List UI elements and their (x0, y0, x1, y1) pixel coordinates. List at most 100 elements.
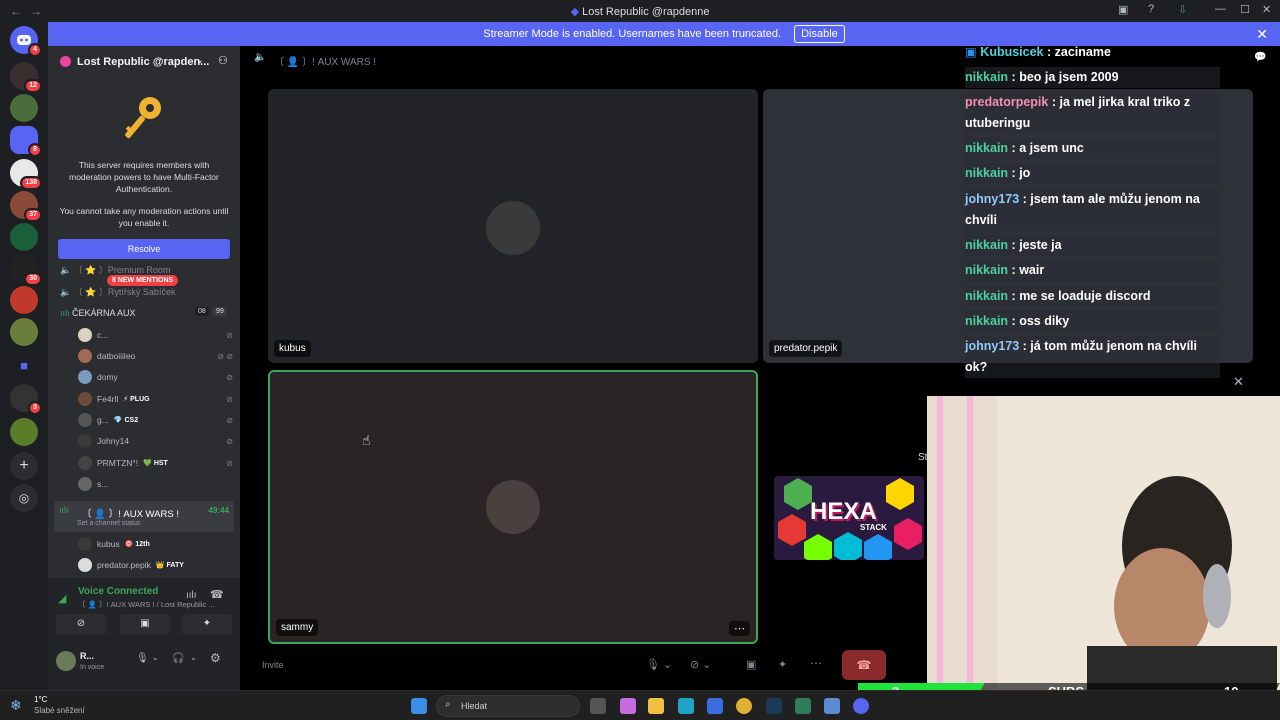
server-icon-4[interactable]: 37 (10, 191, 42, 222)
app-icon[interactable] (795, 698, 811, 714)
server-icon-9[interactable]: 3 (10, 384, 42, 415)
help-icon[interactable]: ? (1148, 3, 1154, 15)
close-banner-icon[interactable]: ✕ (1256, 22, 1268, 46)
muted-icon: ⊘ (226, 394, 233, 404)
chat-user: Kubusicek (980, 45, 1044, 59)
windows-start-icon[interactable] (411, 698, 427, 714)
server-icon-2[interactable] (10, 94, 38, 122)
discover-icon[interactable]: ◎ (10, 484, 38, 512)
inbox-icon[interactable]: ▣ (1118, 3, 1128, 16)
close-window-icon[interactable]: ✕ (1262, 3, 1271, 16)
twitch-icon: ▣ (965, 45, 981, 59)
chat-text: jo (1019, 166, 1031, 180)
minimize-icon[interactable]: — (1215, 3, 1226, 15)
server-icon-lost-republic[interactable]: 8 (10, 126, 42, 157)
add-server-icon[interactable]: + (10, 452, 38, 480)
notepad-icon[interactable] (824, 698, 840, 714)
task-view-icon[interactable] (590, 698, 606, 714)
stage-channel-title: 〔 👤 〕! AUX WARS ! (274, 57, 377, 68)
chat-message: nikkain : a jsem unc (965, 138, 1220, 159)
discord-taskbar-icon[interactable] (853, 698, 869, 714)
chrome-icon[interactable] (736, 698, 752, 714)
discord-home-icon[interactable]: 4 (10, 26, 42, 57)
voice-member[interactable]: g... 💎 CS2 ⊘ (78, 411, 233, 429)
stream-chat-overlay: ▣ Kubusicek : zaciname nikkain : beo ja … (962, 42, 1220, 378)
steam-icon[interactable] (766, 698, 782, 714)
activities-button[interactable]: ✦ (182, 614, 232, 634)
member-tag: 💚 HST (143, 460, 168, 467)
channel-rytirsky-sabicek[interactable]: 🔈 〔 ⭐ 〕Rytířský Sabíček (60, 285, 175, 298)
more-options-icon[interactable]: ⋯ (729, 621, 750, 636)
folder-icon[interactable]: ■ (10, 352, 38, 380)
muted-icon: ⊘ (226, 415, 233, 425)
activity-icon[interactable]: ✦ (778, 658, 787, 671)
camera-toggle-icon[interactable]: ⊘ ⌄ (690, 658, 712, 671)
edge-icon[interactable] (678, 698, 694, 714)
server-icon-5[interactable] (10, 223, 38, 251)
microphone-icon[interactable]: 🎙 (136, 653, 149, 664)
server-icon-8[interactable] (10, 318, 38, 346)
activity-hexa-stack[interactable]: HEXA STACK (774, 476, 924, 560)
headphones-icon[interactable]: 🎧 (172, 653, 184, 664)
mute-mic-icon[interactable]: 🎙 ⌄ (646, 658, 672, 671)
voice-member[interactable]: domy ⊘ (78, 368, 233, 386)
resolve-button[interactable]: Resolve (58, 239, 230, 259)
voice-member[interactable]: predator.pepik 👑 FATY (78, 556, 233, 574)
voice-connection-panel: ◢ Voice Connected 〔 👤 〕! AUX WARS ! / Lo… (48, 578, 240, 690)
server-icon-10[interactable] (10, 418, 38, 446)
store-icon[interactable] (707, 698, 723, 714)
chat-message: nikkain : me se loaduje discord (965, 286, 1220, 307)
weather-desc: Slabé sněžení (34, 706, 85, 715)
channel-status[interactable]: Set a channel status (77, 520, 140, 527)
server-icon-1[interactable]: 12 (10, 62, 42, 93)
banner-message: Streamer Mode is enabled. Usernames have… (483, 28, 782, 40)
download-icon[interactable]: ⇩ (1178, 3, 1187, 16)
file-explorer-icon[interactable] (648, 698, 664, 714)
voice-member[interactable]: Fe4rll ⚡ PLUG ⊘ (78, 390, 233, 408)
search-icon: ⌕ (445, 699, 451, 710)
user-avatar[interactable] (56, 651, 76, 671)
voice-channel-aux-wars[interactable]: ıılı 〔 👤 〕! AUX WARS ! 49:44 Set a chann… (54, 501, 234, 532)
chat-bubble-icon[interactable]: 💬 (1254, 52, 1266, 63)
more-actions-icon[interactable]: ⋯ (810, 656, 822, 670)
user-count: 08 (195, 307, 209, 316)
chat-user: nikkain (965, 314, 1009, 328)
voice-member[interactable]: Johny14 ⊘ (78, 432, 233, 450)
voice-member[interactable]: s... (78, 475, 233, 493)
server-badge: 3 (28, 401, 42, 415)
share-screen-icon[interactable]: ▣ (746, 658, 756, 671)
server-icon-6[interactable]: 30 (10, 255, 42, 286)
participant-tile-sammy[interactable]: sammy ⋯ (268, 370, 758, 644)
server-icon-3[interactable]: 138 (10, 159, 42, 190)
weather-icon[interactable]: ❄ (10, 697, 22, 714)
taskbar-search[interactable]: ⌕ Hledat (436, 695, 580, 717)
close-popout-icon[interactable]: ✕ (1233, 374, 1244, 390)
voice-member[interactable]: c... ⊘ (78, 326, 233, 344)
member-name: Fe4rll (97, 394, 119, 404)
invite-people-icon[interactable]: ⚇ (218, 54, 228, 67)
voice-connected-title[interactable]: Voice Connected (78, 586, 158, 597)
user-panel: R... In voice 🎙 ⌄ 🎧 ⌄ ⚙ (48, 638, 240, 690)
headphones-chevron-icon[interactable]: ⌄ (190, 653, 197, 662)
invite-button[interactable]: Invite (262, 660, 284, 670)
leave-call-button[interactable]: ☎ (842, 650, 886, 680)
voice-channel-cekarna[interactable]: ıılı ČEKÁRNA AUX 08 99 (60, 307, 230, 318)
disconnect-icon[interactable]: ☎ (210, 588, 224, 601)
webcam-feed (927, 396, 1280, 690)
member-tag: 💎 CS2 (113, 417, 139, 424)
server-header[interactable]: Lost Republic @rapden... ⌄ ⚇ (48, 46, 240, 78)
voice-member[interactable]: PRMTZN°! 💚 HST ⊘ (78, 454, 233, 472)
copilot-icon[interactable] (620, 698, 636, 714)
noise-suppression-icon[interactable]: ıılı (186, 590, 197, 601)
disable-streamer-mode-button[interactable]: Disable (794, 25, 845, 43)
screen-share-button[interactable]: ▣ (120, 614, 170, 634)
voice-member[interactable]: datboiiileo ⊘ ⊘ (78, 347, 233, 365)
new-mentions-badge[interactable]: 8 NEW MENTIONS (107, 275, 179, 286)
voice-member[interactable]: kubus 🎯 12th (78, 535, 233, 553)
maximize-icon[interactable]: ☐ (1240, 3, 1250, 16)
server-icon-7[interactable] (10, 286, 38, 314)
participant-tile-kubus[interactable]: kubus (268, 89, 758, 363)
settings-gear-icon[interactable]: ⚙ (210, 651, 221, 665)
mic-chevron-icon[interactable]: ⌄ (152, 653, 159, 662)
camera-off-button[interactable]: ⊘ (56, 614, 106, 634)
